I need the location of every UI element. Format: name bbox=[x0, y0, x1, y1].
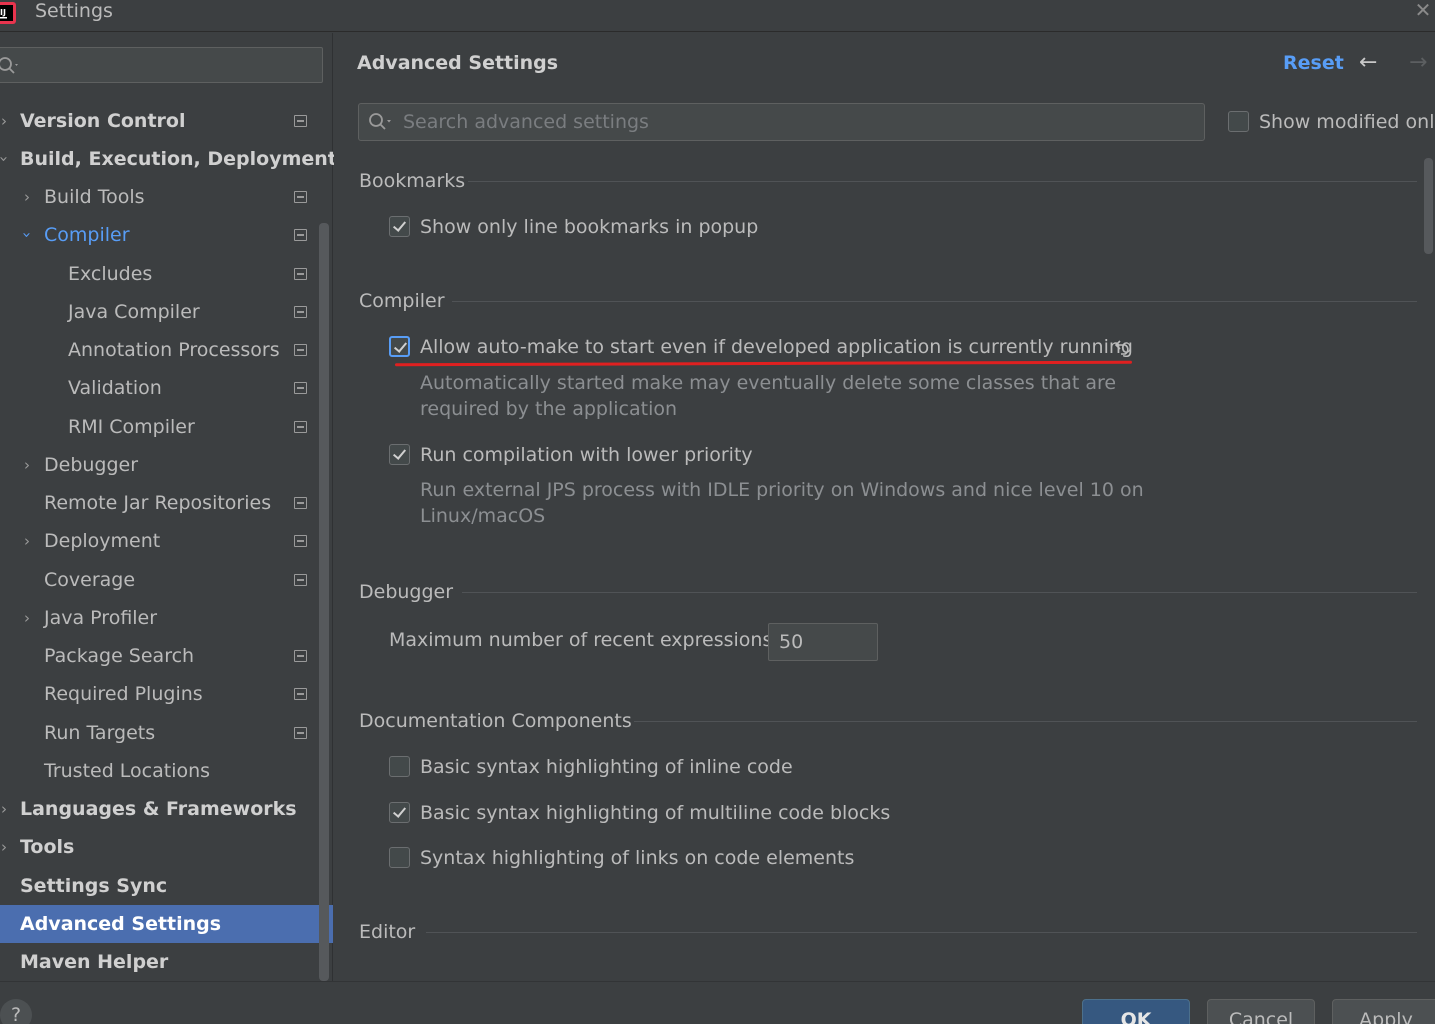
checkbox-checked[interactable] bbox=[389, 336, 410, 357]
close-icon[interactable]: ✕ bbox=[1413, 0, 1433, 22]
dialog-footer: ? OK Cancel Apply bbox=[0, 981, 1435, 1024]
sidebar-item-compiler[interactable]: › Compiler bbox=[0, 216, 320, 254]
option-description: Run external JPS process with IDLE prior… bbox=[420, 479, 1144, 527]
project-scope-icon bbox=[294, 497, 307, 509]
sidebar-item-languages-frameworks[interactable]: › Languages & Frameworks bbox=[0, 790, 320, 828]
project-scope-icon bbox=[294, 115, 307, 127]
svg-text:IJ: IJ bbox=[0, 8, 6, 17]
chevron-right-icon[interactable]: › bbox=[0, 102, 11, 140]
back-arrow-icon[interactable]: ← bbox=[1359, 50, 1377, 75]
sidebar-item-java-compiler[interactable]: Java Compiler bbox=[0, 293, 320, 331]
recent-expressions-label: Maximum number of recent expressions: bbox=[389, 629, 779, 651]
sidebar-item-build-tools[interactable]: › Build Tools bbox=[0, 178, 320, 216]
sidebar-item-tools[interactable]: › Tools bbox=[0, 828, 320, 866]
apply-button[interactable]: Apply bbox=[1332, 999, 1435, 1024]
sidebar-item-rmi-compiler[interactable]: RMI Compiler bbox=[0, 408, 320, 446]
section-divider bbox=[468, 181, 1417, 182]
project-scope-icon bbox=[294, 688, 307, 700]
ok-button[interactable]: OK bbox=[1082, 999, 1190, 1024]
section-divider bbox=[426, 932, 1417, 933]
advanced-settings-panel: Advanced Settings Reset ← → Show modifie… bbox=[334, 33, 1435, 981]
sidebar-item-validation[interactable]: Validation bbox=[0, 369, 320, 407]
option-description: Automatically started make may eventuall… bbox=[420, 372, 1117, 420]
section-title-editor: Editor bbox=[359, 921, 416, 943]
sidebar-item-annotation-processors[interactable]: Annotation Processors bbox=[0, 331, 320, 369]
sidebar-item-trusted-locations[interactable]: Trusted Locations bbox=[0, 752, 320, 790]
search-icon bbox=[369, 113, 391, 130]
section-title-compiler: Compiler bbox=[359, 290, 445, 312]
chevron-right-icon[interactable]: › bbox=[0, 790, 11, 828]
sidebar-item-package-search[interactable]: Package Search bbox=[0, 637, 320, 675]
recent-expressions-field[interactable] bbox=[768, 623, 878, 661]
checkbox-checked[interactable] bbox=[389, 802, 410, 823]
project-scope-icon bbox=[294, 229, 307, 241]
chevron-right-icon[interactable]: › bbox=[0, 828, 11, 866]
revert-icon[interactable] bbox=[1114, 338, 1132, 356]
search-input[interactable] bbox=[403, 104, 1193, 140]
project-scope-icon bbox=[294, 650, 307, 662]
sidebar-scrollbar[interactable] bbox=[319, 223, 329, 981]
chevron-right-icon[interactable]: › bbox=[20, 599, 34, 637]
sidebar-item-remote-jar-repositories[interactable]: Remote Jar Repositories bbox=[0, 484, 320, 522]
main-scrollbar[interactable] bbox=[1424, 158, 1433, 254]
sidebar-item-build-execution-deployment[interactable]: › Build, Execution, Deployment bbox=[0, 140, 337, 178]
advanced-settings-search[interactable] bbox=[358, 103, 1205, 141]
section-title-debugger: Debugger bbox=[359, 581, 454, 603]
checkbox[interactable] bbox=[389, 847, 410, 868]
settings-sidebar: › Version Control › Build, Execution, De… bbox=[0, 33, 337, 981]
recent-expressions-input[interactable] bbox=[769, 624, 877, 660]
sidebar-item-coverage[interactable]: Coverage bbox=[0, 561, 320, 599]
chevron-right-icon[interactable]: › bbox=[20, 522, 34, 560]
sidebar-item-maven-helper[interactable]: Maven Helper bbox=[0, 943, 320, 981]
reset-link[interactable]: Reset bbox=[1283, 52, 1344, 74]
checkbox-checked[interactable] bbox=[389, 444, 410, 465]
project-scope-icon bbox=[294, 727, 307, 739]
sidebar-item-deployment[interactable]: › Deployment bbox=[0, 522, 320, 560]
sidebar-item-settings-sync[interactable]: Settings Sync bbox=[0, 867, 320, 905]
checkbox-checked[interactable] bbox=[389, 216, 410, 237]
project-scope-icon bbox=[294, 535, 307, 547]
project-scope-icon bbox=[294, 344, 307, 356]
section-title-bookmarks: Bookmarks bbox=[359, 170, 466, 192]
section-divider bbox=[634, 721, 1417, 722]
sidebar-item-excludes[interactable]: Excludes bbox=[0, 255, 320, 293]
sidebar-item-java-profiler[interactable]: › Java Profiler bbox=[0, 599, 320, 637]
sidebar-item-advanced-settings[interactable]: Advanced Settings bbox=[0, 905, 333, 943]
search-icon bbox=[0, 57, 18, 74]
sidebar-item-debugger[interactable]: › Debugger bbox=[0, 446, 320, 484]
section-divider bbox=[462, 592, 1417, 593]
intellij-app-icon: IJ bbox=[0, 2, 16, 24]
project-scope-icon bbox=[294, 191, 307, 203]
chevron-right-icon[interactable]: › bbox=[20, 446, 34, 484]
page-title: Advanced Settings bbox=[357, 52, 559, 74]
section-title-documentation-components: Documentation Components bbox=[359, 710, 632, 732]
sidebar-item-run-targets[interactable]: Run Targets bbox=[0, 714, 320, 752]
sidebar-item-version-control[interactable]: › Version Control bbox=[0, 102, 320, 140]
project-scope-icon bbox=[294, 421, 307, 433]
project-scope-icon bbox=[294, 268, 307, 280]
highlight-underline bbox=[394, 360, 1133, 367]
title-bar: IJ Settings ✕ bbox=[0, 0, 1435, 32]
help-button[interactable]: ? bbox=[0, 999, 32, 1024]
window-title: Settings bbox=[35, 0, 113, 22]
section-divider bbox=[452, 301, 1417, 302]
chevron-right-icon[interactable]: › bbox=[20, 178, 34, 216]
checkbox[interactable] bbox=[389, 756, 410, 777]
forward-arrow-icon[interactable]: → bbox=[1409, 50, 1427, 75]
sidebar-item-required-plugins[interactable]: Required Plugins bbox=[0, 675, 320, 713]
project-scope-icon bbox=[294, 306, 307, 318]
chevron-down-icon[interactable]: › bbox=[8, 228, 46, 242]
project-scope-icon bbox=[294, 574, 307, 586]
project-scope-icon bbox=[294, 382, 307, 394]
cancel-button[interactable]: Cancel bbox=[1207, 999, 1315, 1024]
checkbox[interactable] bbox=[1228, 111, 1249, 132]
sidebar-search-input[interactable] bbox=[0, 47, 323, 83]
